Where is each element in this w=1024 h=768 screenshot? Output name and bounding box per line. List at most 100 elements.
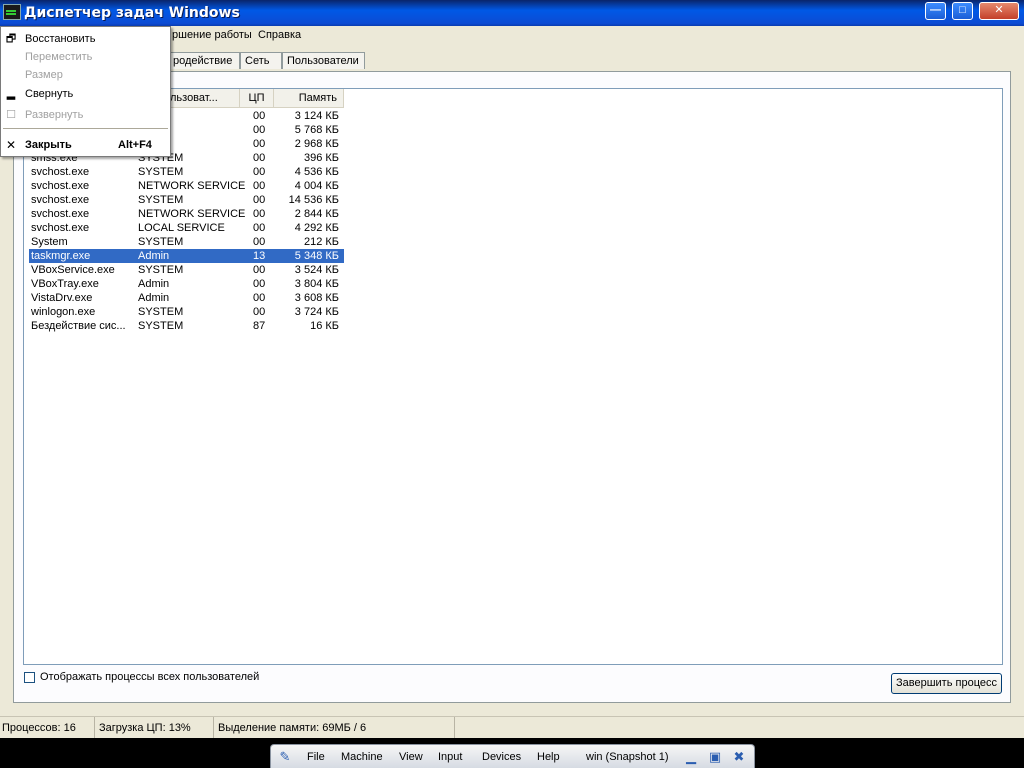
table-row[interactable]: svchost.exe LOCAL SERVICE 00 4 292 КБ <box>29 221 344 235</box>
show-all-users-checkbox[interactable] <box>24 672 35 683</box>
vbox-menu-file[interactable]: File <box>307 751 325 763</box>
show-all-users-label: Отображать процессы всех пользователей <box>40 671 260 683</box>
process-memory: 2 844 КБ <box>294 208 339 220</box>
vbox-restore-icon[interactable]: ▣ <box>707 749 723 765</box>
window-title: Диспетчер задач Windows <box>24 5 240 21</box>
minimize-icon: ▂ <box>6 88 16 100</box>
process-memory: 3 524 КБ <box>294 264 339 276</box>
vbox-menu-devices[interactable]: Devices <box>482 751 521 763</box>
process-user: Admin <box>138 278 170 290</box>
minimize-button[interactable]: — <box>925 2 946 20</box>
process-name: taskmgr.exe <box>31 250 91 262</box>
process-memory: 5 348 КБ <box>294 250 339 262</box>
vbox-menu-machine[interactable]: Machine <box>341 751 383 763</box>
process-user: SYSTEM <box>138 264 184 276</box>
sysmenu-close-shortcut: Alt+F4 <box>118 139 152 151</box>
process-user: LOCAL SERVICE <box>138 222 225 234</box>
vbox-minimize-icon[interactable]: ▁ <box>683 749 699 765</box>
sysmenu-close-label: Закрыть <box>25 139 72 151</box>
tab-network[interactable]: Сеть <box>240 52 282 69</box>
vbox-menu-input[interactable]: Input <box>438 751 462 763</box>
vbox-menu-help[interactable]: Help <box>537 751 560 763</box>
tab-performance-label: родействие <box>173 55 233 67</box>
process-memory: 5 768 КБ <box>294 124 339 136</box>
table-row[interactable]: svchost.exe SYSTEM 00 14 536 КБ <box>29 193 344 207</box>
column-cpu-label: ЦП <box>248 92 265 104</box>
table-row[interactable]: taskmgr.exe Admin 13 5 348 КБ <box>29 249 344 263</box>
sysmenu-minimize[interactable]: ▂ Свернуть <box>1 85 170 103</box>
vbox-close-icon[interactable]: ✖ <box>731 749 747 765</box>
task-manager-app-icon[interactable] <box>3 4 21 20</box>
process-memory: 16 КБ <box>310 320 339 332</box>
table-row[interactable]: svchost.exe SYSTEM 00 4 536 КБ <box>29 165 344 179</box>
minimize-icon: — <box>930 4 941 16</box>
process-memory: 3 804 КБ <box>294 278 339 290</box>
process-user: SYSTEM <box>138 320 184 332</box>
title-bar[interactable]: Диспетчер задач Windows — □ ✕ <box>0 0 1024 26</box>
process-name: Бездействие сис... <box>31 320 126 332</box>
column-memory[interactable]: Память <box>274 89 344 107</box>
status-memory: Выделение памяти: 69МБ / 6 <box>216 717 455 739</box>
table-row[interactable]: svchost.exe NETWORK SERVICE 00 4 004 КБ <box>29 179 344 193</box>
process-user: SYSTEM <box>138 306 184 318</box>
sysmenu-separator <box>3 128 168 129</box>
menu-shutdown[interactable]: ршение работы <box>172 29 252 41</box>
process-name: svchost.exe <box>31 208 90 220</box>
close-button[interactable]: ✕ <box>979 2 1019 20</box>
tab-users-label: Пользователи <box>287 55 359 67</box>
pin-icon[interactable]: ✎ <box>277 749 293 765</box>
process-name: VBoxTray.exe <box>31 278 99 290</box>
sysmenu-restore-label: Восстановить <box>25 33 96 45</box>
process-name: winlogon.exe <box>31 306 96 318</box>
tab-users[interactable]: Пользователи <box>282 52 365 69</box>
process-user: SYSTEM <box>138 194 184 206</box>
sysmenu-restore[interactable]: 🗗 Восстановить <box>1 30 170 48</box>
column-cpu[interactable]: ЦП <box>240 89 274 107</box>
process-user: NETWORK SERVICE <box>138 180 246 192</box>
virtualbox-mini-toolbar: ✎ File Machine View Input Devices Help w… <box>270 744 755 768</box>
process-name: svchost.exe <box>31 166 90 178</box>
process-name: VBoxService.exe <box>31 264 115 276</box>
table-row[interactable]: VistaDrv.exe Admin 00 3 608 КБ <box>29 291 344 305</box>
process-memory: 4 004 КБ <box>294 180 339 192</box>
process-user: Admin <box>138 292 170 304</box>
vbox-menu-view[interactable]: View <box>399 751 423 763</box>
sysmenu-size-label: Размер <box>25 69 63 81</box>
table-row[interactable]: winlogon.exe SYSTEM 00 3 724 КБ <box>29 305 344 319</box>
tab-performance[interactable]: родействие <box>168 52 240 69</box>
process-list[interactable]: льзоват... ЦП Память 00 3 124 КБ 00 5 768 К… <box>23 88 1003 665</box>
process-user: SYSTEM <box>138 166 184 178</box>
process-memory: 396 КБ <box>303 152 339 164</box>
sysmenu-size: Размер <box>1 66 170 84</box>
process-memory: 3 724 КБ <box>294 306 339 318</box>
status-processes: Процессов: 16 <box>0 717 95 739</box>
end-process-button[interactable]: Завершить процесс <box>891 673 1002 694</box>
status-bar: Процессов: 16 Загрузка ЦП: 13% Выделение… <box>0 716 1024 739</box>
table-row[interactable]: VBoxTray.exe Admin 00 3 804 КБ <box>29 277 344 291</box>
process-name: svchost.exe <box>31 180 90 192</box>
sysmenu-move: Переместить <box>1 48 170 66</box>
process-user: SYSTEM <box>138 236 184 248</box>
process-user: NETWORK SERVICE <box>138 208 246 220</box>
system-menu: 🗗 Восстановить Переместить Размер ▂ Свер… <box>0 26 171 157</box>
maximize-icon: ☐ <box>6 109 16 121</box>
sysmenu-maximize-label: Развернуть <box>25 109 84 121</box>
process-user: Admin <box>138 250 170 262</box>
process-name: svchost.exe <box>31 222 90 234</box>
tab-network-label: Сеть <box>245 55 270 67</box>
table-row[interactable]: Бездействие сис... SYSTEM 87 16 КБ <box>29 319 344 333</box>
restore-icon: 🗗 <box>5 33 17 45</box>
table-row[interactable]: VBoxService.exe SYSTEM 00 3 524 КБ <box>29 263 344 277</box>
column-user-label: льзоват... <box>170 92 218 104</box>
table-row[interactable]: System SYSTEM 00 212 КБ <box>29 235 344 249</box>
table-row[interactable]: svchost.exe NETWORK SERVICE 00 2 844 КБ <box>29 207 344 221</box>
process-memory: 4 292 КБ <box>294 222 339 234</box>
menu-help[interactable]: Справка <box>258 29 301 41</box>
column-memory-label: Память <box>298 92 337 104</box>
process-memory: 212 КБ <box>303 236 339 248</box>
sysmenu-minimize-label: Свернуть <box>25 88 74 100</box>
maximize-button[interactable]: □ <box>952 2 973 20</box>
sysmenu-close[interactable]: ✕ Закрыть Alt+F4 <box>1 136 170 154</box>
process-name: svchost.exe <box>31 194 90 206</box>
process-memory: 2 968 КБ <box>294 138 339 150</box>
